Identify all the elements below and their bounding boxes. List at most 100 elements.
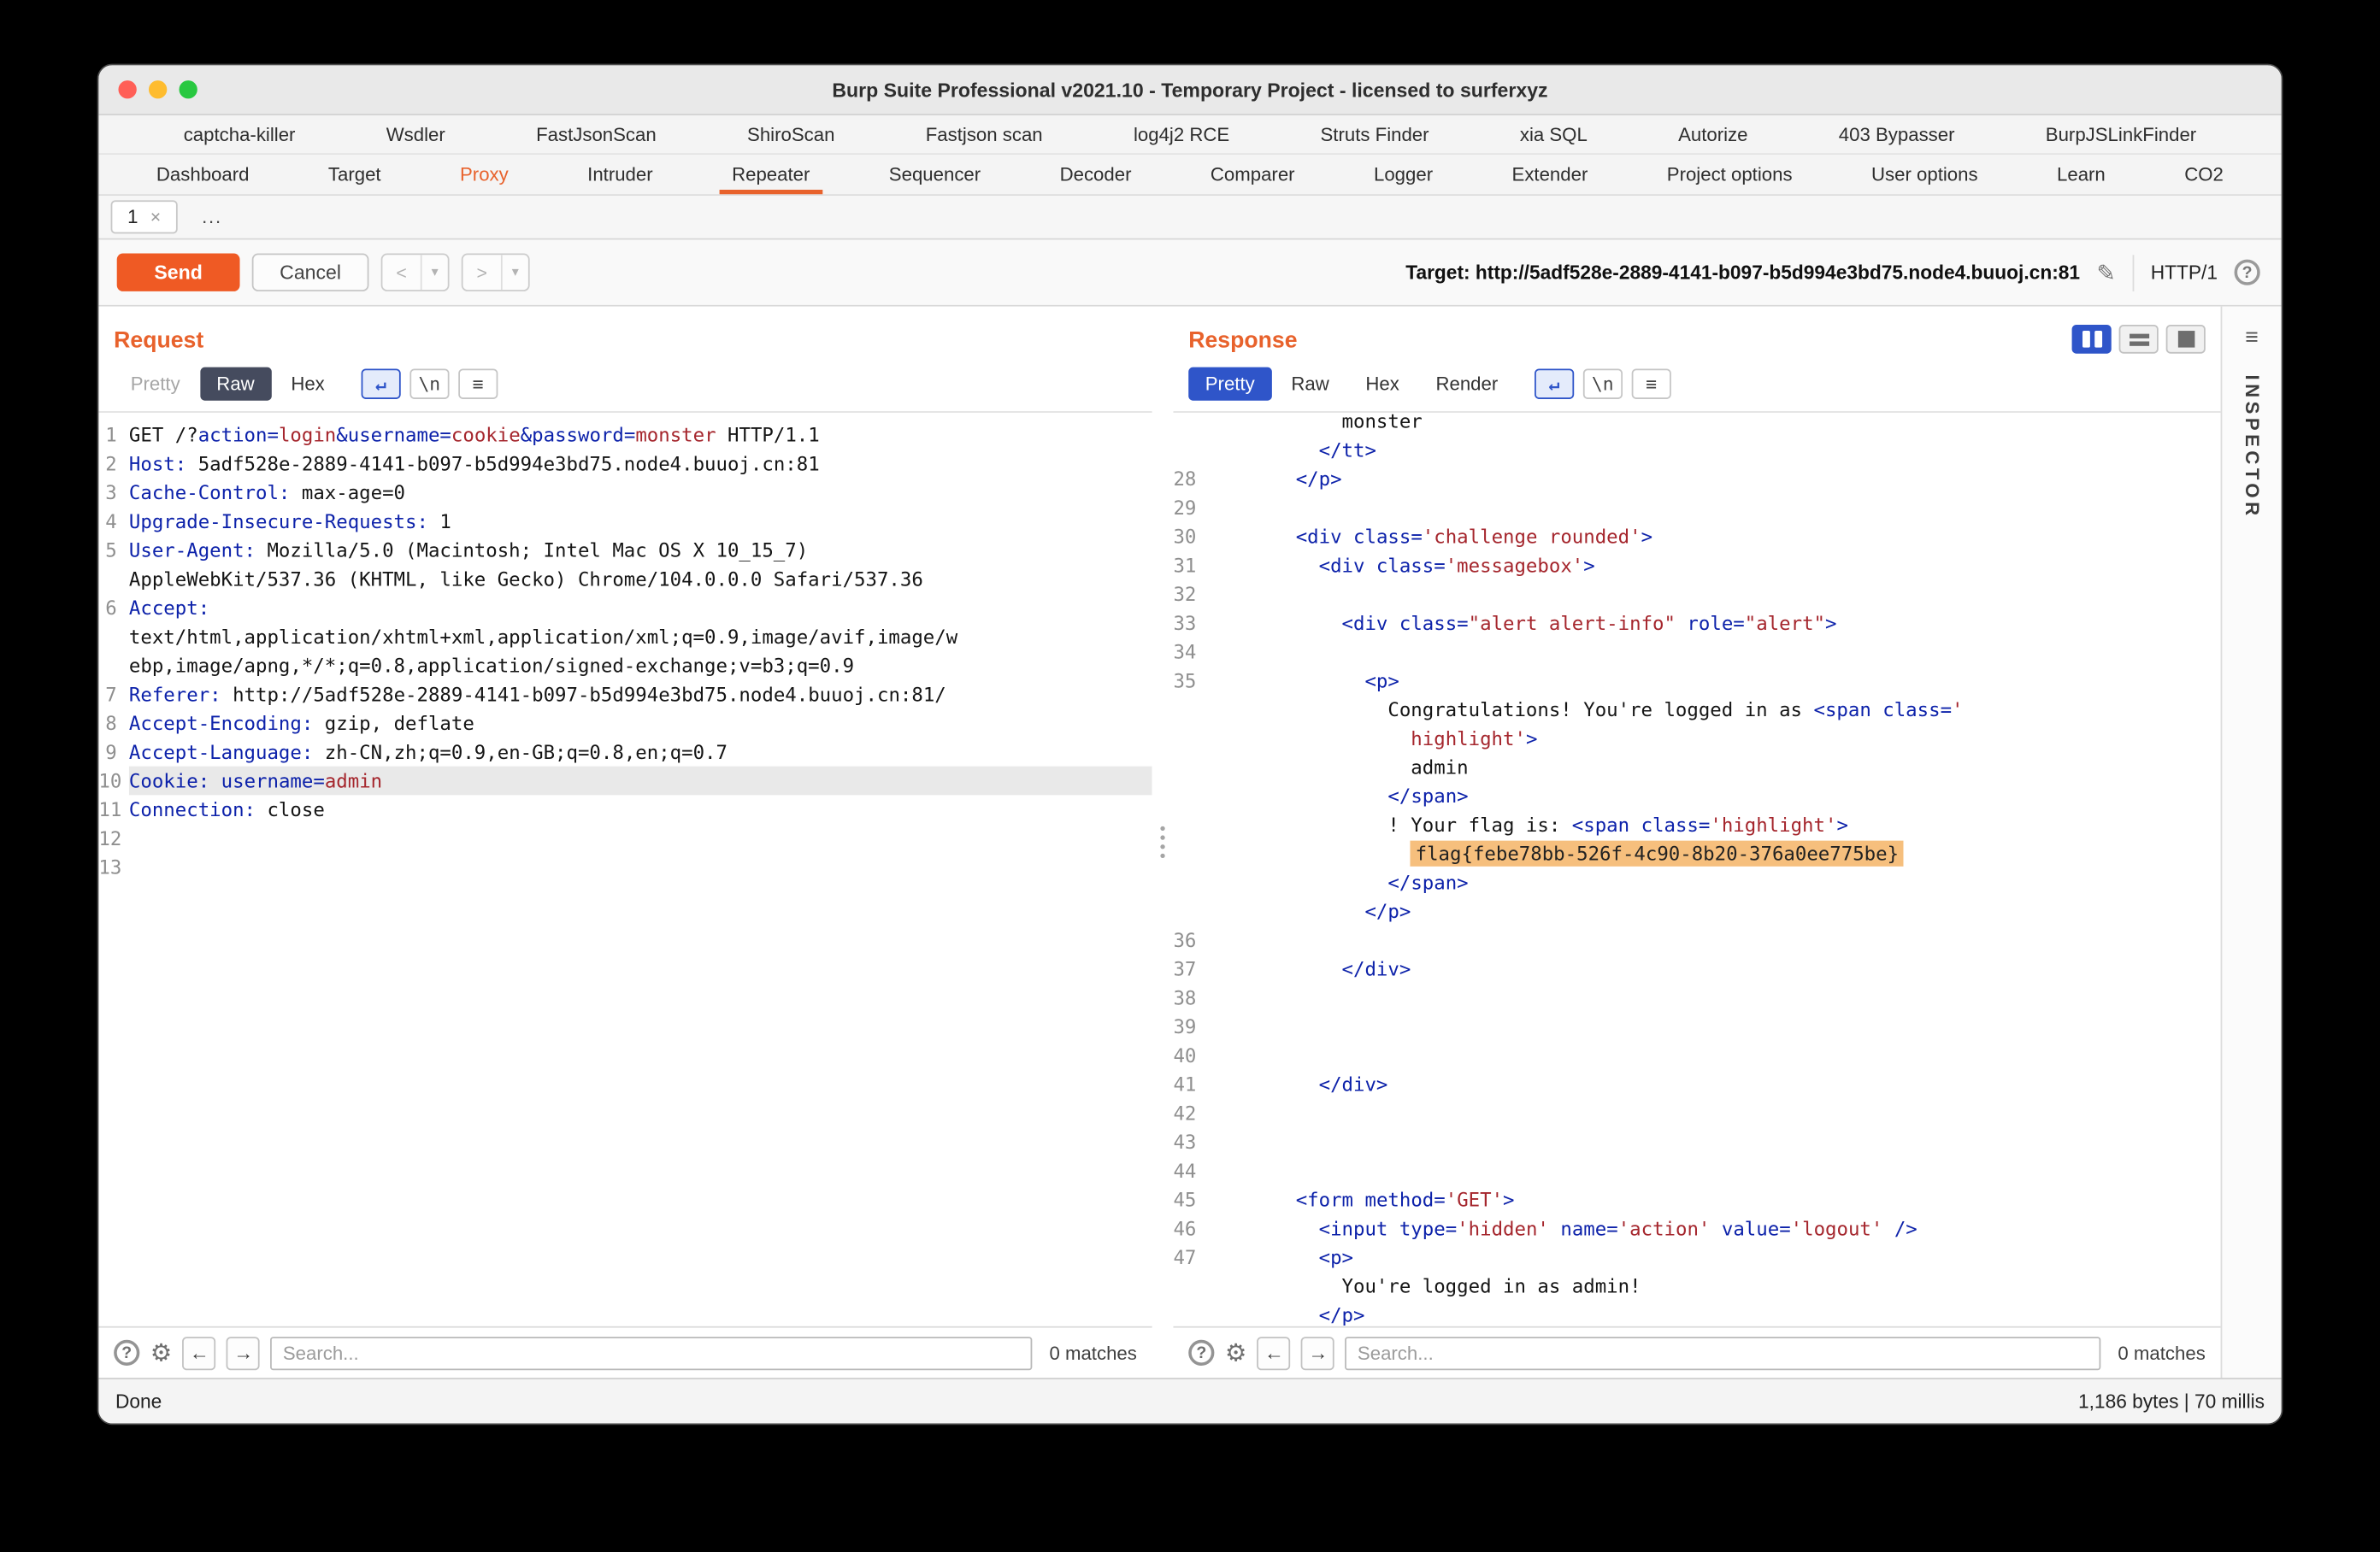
minimize-window-button[interactable] bbox=[149, 80, 168, 99]
soft-wrap-toggle-icon[interactable]: ↵ bbox=[1534, 368, 1575, 399]
history-back-button[interactable]: < bbox=[382, 255, 420, 290]
response-editor[interactable]: monster </tt> 28 </p> 29 30 <div class='cha… bbox=[1173, 411, 2221, 1326]
editor-tab-hex[interactable]: Hex bbox=[274, 367, 342, 401]
code-line: </p> bbox=[1173, 1301, 2220, 1326]
main-tab-co2[interactable]: CO2 bbox=[2172, 155, 2236, 194]
request-editor[interactable]: 1 GET /?action=login&username=cookie&pass… bbox=[98, 411, 1152, 1326]
search-help-icon[interactable]: ? bbox=[114, 1339, 140, 1366]
editor-tab-raw[interactable]: Raw bbox=[1275, 367, 1346, 401]
history-forward-dropdown-icon[interactable]: ▾ bbox=[500, 255, 528, 291]
line-number: 9 bbox=[105, 740, 117, 764]
zoom-window-button[interactable] bbox=[179, 80, 197, 99]
ext-tab-xia-sql[interactable]: xia SQL bbox=[1508, 124, 1599, 145]
inspector-sidebar[interactable]: ≡ INSPECTOR bbox=[2220, 306, 2282, 1379]
code-text: Accept-Encoding: gzip, deflate bbox=[128, 711, 474, 735]
panel-splitter[interactable] bbox=[1152, 307, 1174, 1379]
search-prev-icon[interactable]: ← bbox=[182, 1336, 216, 1370]
search-settings-icon[interactable]: ⚙ bbox=[1225, 1337, 1246, 1368]
code-line: 31 <div class='messagebox'> bbox=[1173, 551, 2220, 580]
ext-tab-log4j2-rce[interactable]: log4j2 RCE bbox=[1122, 124, 1242, 145]
main-tab-proxy[interactable]: Proxy bbox=[448, 155, 521, 194]
code-line: 6 Accept: bbox=[98, 593, 1152, 622]
ext-tab-403-bypasser[interactable]: 403 Bypasser bbox=[1827, 124, 1967, 145]
code-line: 36 bbox=[1173, 926, 2220, 955]
search-next-icon[interactable]: → bbox=[227, 1336, 261, 1370]
layout-rows-button[interactable] bbox=[2118, 324, 2159, 354]
line-number bbox=[1173, 1301, 1204, 1326]
close-window-button[interactable] bbox=[118, 80, 137, 99]
code-line: 28 </p> bbox=[1173, 464, 2220, 493]
code-line: 37 </div> bbox=[1173, 955, 2220, 984]
ext-tab-fastjsonscan[interactable]: FastJsonScan bbox=[524, 124, 669, 145]
main-tab-extender[interactable]: Extender bbox=[1499, 155, 1599, 194]
ext-tab-struts-finder[interactable]: Struts Finder bbox=[1308, 124, 1440, 145]
main-tab-target[interactable]: Target bbox=[316, 155, 393, 194]
ext-tab-burpjslinkfinder[interactable]: BurpJSLinkFinder bbox=[2034, 124, 2209, 145]
ext-tab-wsdler[interactable]: Wsdler bbox=[374, 124, 457, 145]
ext-tab-fastjson-scan[interactable]: Fastjson scan bbox=[914, 124, 1055, 145]
main-tab-logger[interactable]: Logger bbox=[1362, 155, 1446, 194]
search-next-icon[interactable]: → bbox=[1301, 1336, 1335, 1370]
line-number: 36 bbox=[1173, 928, 1197, 952]
main-tab-learn[interactable]: Learn bbox=[2045, 155, 2118, 194]
editor-menu-icon[interactable]: ≡ bbox=[458, 368, 498, 399]
close-tab-icon[interactable]: × bbox=[150, 206, 161, 227]
soft-wrap-toggle-icon[interactable]: ↵ bbox=[361, 368, 401, 399]
line-number: 38 bbox=[1173, 986, 1197, 1009]
code-text: GET /?action=login&username=cookie&passw… bbox=[128, 423, 820, 446]
history-back-dropdown-icon[interactable]: ▾ bbox=[420, 255, 448, 291]
line-number: 3 bbox=[105, 480, 117, 504]
main-tab-intruder[interactable]: Intruder bbox=[575, 155, 665, 194]
editor-tab-raw[interactable]: Raw bbox=[199, 367, 272, 401]
send-button[interactable]: Send bbox=[116, 253, 240, 291]
main-tab-dashboard[interactable]: Dashboard bbox=[144, 155, 262, 194]
line-number bbox=[1173, 695, 1204, 724]
request-editor-tabs: Pretty Raw Hex ↵ \n ≡ bbox=[114, 367, 1137, 401]
more-tabs-button[interactable]: ... bbox=[202, 206, 222, 227]
line-number: 41 bbox=[1173, 1073, 1197, 1096]
code-text: <div class='messagebox'> bbox=[1318, 554, 1595, 577]
code-line: 4 Upgrade-Insecure-Requests: 1 bbox=[98, 507, 1152, 536]
main-tab-repeater[interactable]: Repeater bbox=[720, 155, 822, 194]
response-editor-icons: ↵ \n ≡ bbox=[1534, 368, 1671, 399]
main-tab-user-options[interactable]: User options bbox=[1859, 155, 1990, 194]
line-number bbox=[98, 564, 129, 593]
search-settings-icon[interactable]: ⚙ bbox=[150, 1337, 172, 1368]
line-number: 37 bbox=[1173, 957, 1197, 980]
code-line: </span> bbox=[1173, 868, 2220, 897]
show-newlines-toggle-icon[interactable]: \n bbox=[409, 368, 450, 399]
main-tab-project-options[interactable]: Project options bbox=[1655, 155, 1805, 194]
repeater-tab-1[interactable]: 1 × bbox=[110, 200, 178, 234]
http-version-selector[interactable]: HTTP/1 bbox=[2151, 261, 2218, 284]
request-search-input[interactable] bbox=[270, 1336, 1033, 1370]
search-help-icon[interactable]: ? bbox=[1188, 1339, 1215, 1366]
editor-tab-hex[interactable]: Hex bbox=[1349, 367, 1417, 401]
desktop-background: Burp Suite Professional v2021.10 - Tempo… bbox=[0, 0, 2380, 1552]
inspector-collapse-icon[interactable]: ≡ bbox=[2245, 325, 2259, 350]
help-icon[interactable]: ? bbox=[2234, 259, 2260, 285]
main-tab-decoder[interactable]: Decoder bbox=[1047, 155, 1143, 194]
ext-tab-autorize[interactable]: Autorize bbox=[1666, 124, 1760, 145]
editor-tab-pretty[interactable]: Pretty bbox=[1188, 367, 1272, 401]
layout-columns-button[interactable] bbox=[2071, 324, 2112, 354]
main-tab-comparer[interactable]: Comparer bbox=[1199, 155, 1307, 194]
editor-tab-pretty[interactable]: Pretty bbox=[114, 367, 197, 401]
response-search-input[interactable] bbox=[1345, 1336, 2101, 1370]
code-line: highlight'> bbox=[1173, 724, 2220, 753]
layout-single-button[interactable] bbox=[2165, 324, 2206, 354]
line-number: 47 bbox=[1173, 1245, 1197, 1269]
search-prev-icon[interactable]: ← bbox=[1257, 1336, 1291, 1370]
cancel-button[interactable]: Cancel bbox=[251, 253, 369, 291]
show-newlines-toggle-icon[interactable]: \n bbox=[1582, 368, 1623, 399]
main-tab-sequencer[interactable]: Sequencer bbox=[877, 155, 993, 194]
ext-tab-shiroscan[interactable]: ShiroScan bbox=[735, 124, 847, 145]
history-forward-button[interactable]: > bbox=[463, 255, 501, 290]
edit-target-icon[interactable]: ✎ bbox=[2097, 259, 2116, 286]
code-line: 45 <form method='GET'> bbox=[1173, 1185, 2220, 1214]
editor-tab-render[interactable]: Render bbox=[1419, 367, 1515, 401]
ext-tab-captcha-killer[interactable]: captcha-killer bbox=[171, 124, 307, 145]
code-text: </div> bbox=[1341, 957, 1411, 980]
editor-menu-icon[interactable]: ≡ bbox=[1631, 368, 1671, 399]
